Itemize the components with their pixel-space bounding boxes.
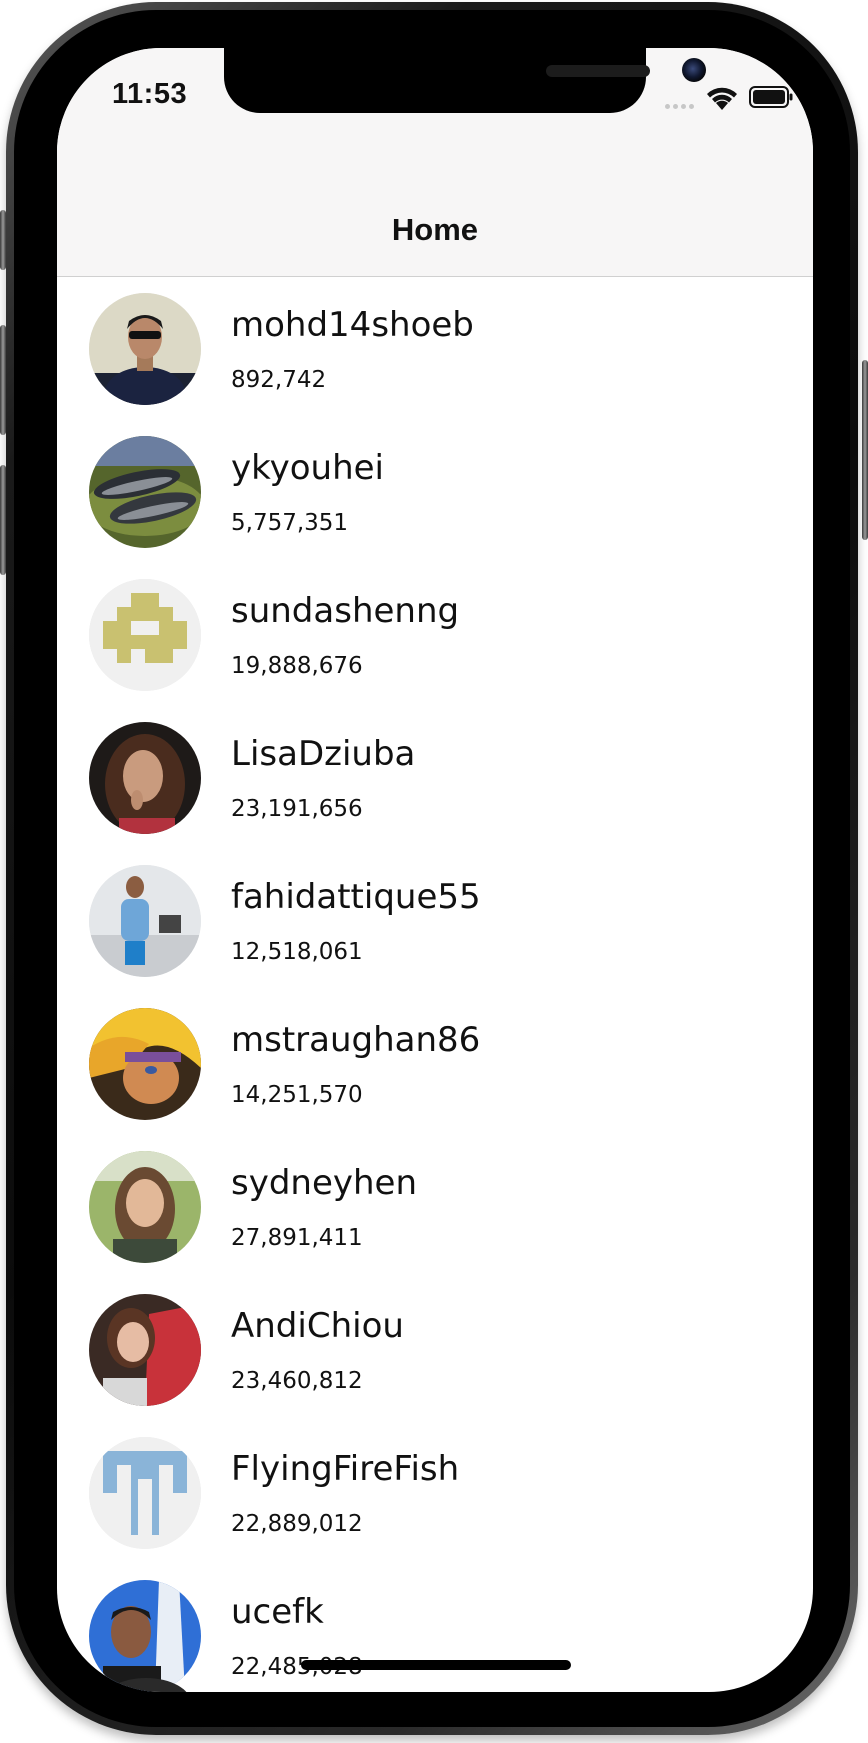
avatar — [89, 293, 201, 405]
list-item[interactable]: LisaDziuba 23,191,656 — [57, 706, 813, 849]
username: mohd14shoeb — [231, 305, 474, 345]
power-button — [862, 360, 868, 540]
user-count: 23,460,812 — [231, 1368, 363, 1394]
navigation-bar: Home — [57, 158, 813, 277]
username: sydneyhen — [231, 1163, 418, 1203]
wifi-icon — [707, 87, 737, 110]
user-count: 5,757,351 — [231, 510, 349, 536]
list-item[interactable]: ykyouhei 5,757,351 — [57, 420, 813, 563]
signal-dots-icon — [665, 96, 701, 109]
username: mstraughan86 — [231, 1020, 481, 1060]
user-count: 892,742 — [231, 367, 327, 393]
list-item[interactable]: FlyingFireFish 22,889,012 — [57, 1421, 813, 1564]
user-count: 12,518,061 — [231, 939, 363, 965]
status-time: 11:53 — [112, 78, 188, 110]
list-item[interactable]: mstraughan86 14,251,570 — [57, 992, 813, 1135]
silent-switch — [0, 210, 6, 270]
list-item[interactable]: mohd14shoeb 892,742 — [57, 277, 813, 420]
avatar — [89, 579, 201, 691]
username: ykyouhei — [231, 448, 384, 488]
list-item[interactable]: sundashenng 19,888,676 — [57, 563, 813, 706]
user-count: 22,889,012 — [231, 1511, 363, 1537]
speaker-grille — [546, 65, 650, 77]
avatar — [89, 722, 201, 834]
user-count: 27,891,411 — [231, 1225, 363, 1251]
avatar — [89, 1437, 201, 1549]
screen: 11:53 Home mohd14shoeb 892,742 ykyouhei … — [57, 48, 813, 1692]
notch — [224, 48, 706, 113]
avatar — [89, 865, 201, 977]
avatar — [89, 1580, 201, 1692]
username: sundashenng — [231, 591, 460, 631]
username: FlyingFireFish — [231, 1449, 460, 1489]
status-bar: 11:53 — [57, 48, 813, 158]
user-count: 19,888,676 — [231, 653, 363, 679]
page-title: Home — [391, 212, 479, 247]
username: fahidattique55 — [231, 877, 481, 917]
username: AndiChiou — [231, 1306, 404, 1346]
list-item[interactable]: fahidattique55 12,518,061 — [57, 849, 813, 992]
volume-down-button — [0, 465, 6, 575]
user-count: 23,191,656 — [231, 796, 363, 822]
list-item[interactable]: ucefk 22,485,028 — [57, 1564, 813, 1692]
list-item[interactable]: AndiChiou 23,460,812 — [57, 1278, 813, 1421]
home-indicator[interactable] — [301, 1660, 571, 1670]
front-camera — [682, 58, 706, 82]
username: ucefk — [231, 1592, 324, 1632]
user-count: 14,251,570 — [231, 1082, 363, 1108]
battery-icon — [749, 86, 793, 108]
avatar — [89, 436, 201, 548]
avatar — [89, 1008, 201, 1120]
volume-up-button — [0, 325, 6, 435]
username: LisaDziuba — [231, 734, 416, 774]
list-item[interactable]: sydneyhen 27,891,411 — [57, 1135, 813, 1278]
avatar — [89, 1151, 201, 1263]
avatar — [89, 1294, 201, 1406]
